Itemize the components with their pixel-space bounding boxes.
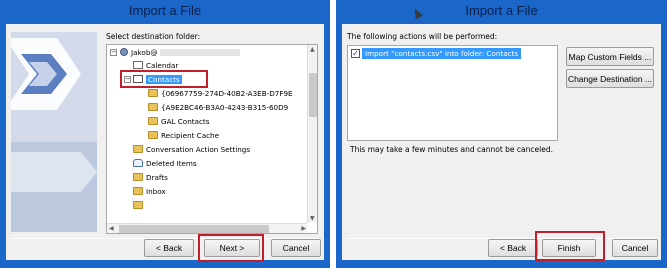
actions-list[interactable]: ✓ Import "contacts.csv" into folder: Con… [347,45,558,141]
tree-item-label: Conversation Action Settings [146,145,251,154]
tree-item-label: GAL Contacts [161,117,210,126]
tree-item-conversation-action-settings[interactable]: Conversation Action Settings [133,144,250,155]
tree-item-folder-guid-1[interactable]: {06967759-274D-40B2-A3EB-D7F9E [148,88,293,99]
cancel-button[interactable]: Cancel [271,239,321,257]
scroll-left-icon[interactable]: ◀ [109,224,114,233]
tree-item-drafts[interactable]: Drafts [133,172,168,183]
actions-label: The following actions will be performed: [347,32,498,41]
folder-icon [133,201,143,209]
tree-item-inbox[interactable]: Inbox [133,186,166,197]
scroll-down-icon[interactable]: ▼ [310,214,315,223]
tree-item-label: Calendar [146,61,179,70]
tree-item-gal-contacts[interactable]: GAL Contacts [148,116,209,127]
folder-icon [133,173,143,181]
tree-item-label: Recipient Cache [161,131,220,140]
tree-item-deleted-items[interactable]: Deleted Items [133,158,197,169]
map-custom-fields-button[interactable]: Map Custom Fields ... [566,47,654,66]
collapse-expander[interactable]: − [110,49,117,56]
vertical-scroll-thumb[interactable] [309,73,317,117]
cancel-button[interactable]: Cancel [612,239,658,257]
tree-item-label: {06967759-274D-40B2-A3EB-D7F9E [161,89,293,98]
action-checkbox[interactable]: ✓ [351,49,360,58]
tree-root-account[interactable]: Jakob@ [120,47,240,58]
window-title: Import a File [465,3,538,18]
finish-highlight-box [535,231,605,261]
tree-item-label: Inbox [146,187,166,196]
notice-text: This may take a few minutes and cannot b… [350,145,553,154]
scroll-up-icon[interactable]: ▲ [310,45,315,54]
account-icon [120,48,128,56]
window-client: The following actions will be performed:… [342,24,661,261]
back-button[interactable]: < Back [144,239,194,257]
tree-item-partial [133,200,146,211]
window-client: Select destination folder: − Jakob@ Cale… [6,24,324,262]
folder-icon [148,131,158,139]
next-highlight-box [198,234,264,262]
wizard-banner-image [11,32,97,232]
tree-item-label: Drafts [146,173,168,182]
calendar-icon [133,61,143,69]
import-file-window-destination: Import a File Select destination folder:… [0,0,330,268]
folder-icon [148,117,158,125]
horizontal-scroll-thumb[interactable] [119,225,269,233]
import-file-window-summary: Import a File The following actions will… [336,0,667,268]
folder-icon [148,89,158,97]
destination-label: Select destination folder: [106,32,201,41]
folder-icon [133,187,143,195]
folder-icon [148,103,158,111]
account-name: Jakob@ [131,48,158,57]
folder-icon [133,145,143,153]
redacted-email [159,49,240,56]
deleted-items-icon [133,159,143,167]
window-title: Import a File [128,3,202,18]
wizard-art-icon [11,32,97,232]
back-button[interactable]: < Back [488,239,538,257]
scroll-right-icon[interactable]: ▶ [301,224,306,233]
action-item[interactable]: Import "contacts.csv" into folder: Conta… [362,48,522,59]
tree-item-label: Deleted Items [146,159,197,168]
tree-item-label: {A9E2BC46-B3A0-4243-B315-60D9 [161,103,289,112]
change-destination-button[interactable]: Change Destination ... [566,69,654,88]
horizontal-scrollbar[interactable]: ◀ ▶ [107,223,307,233]
contacts-highlight-box [120,70,208,88]
tree-item-recipient-cache[interactable]: Recipient Cache [148,130,219,141]
vertical-scrollbar[interactable]: ▲ ▼ [307,45,317,223]
tree-item-folder-guid-2[interactable]: {A9E2BC46-B3A0-4243-B315-60D9 [148,102,288,113]
